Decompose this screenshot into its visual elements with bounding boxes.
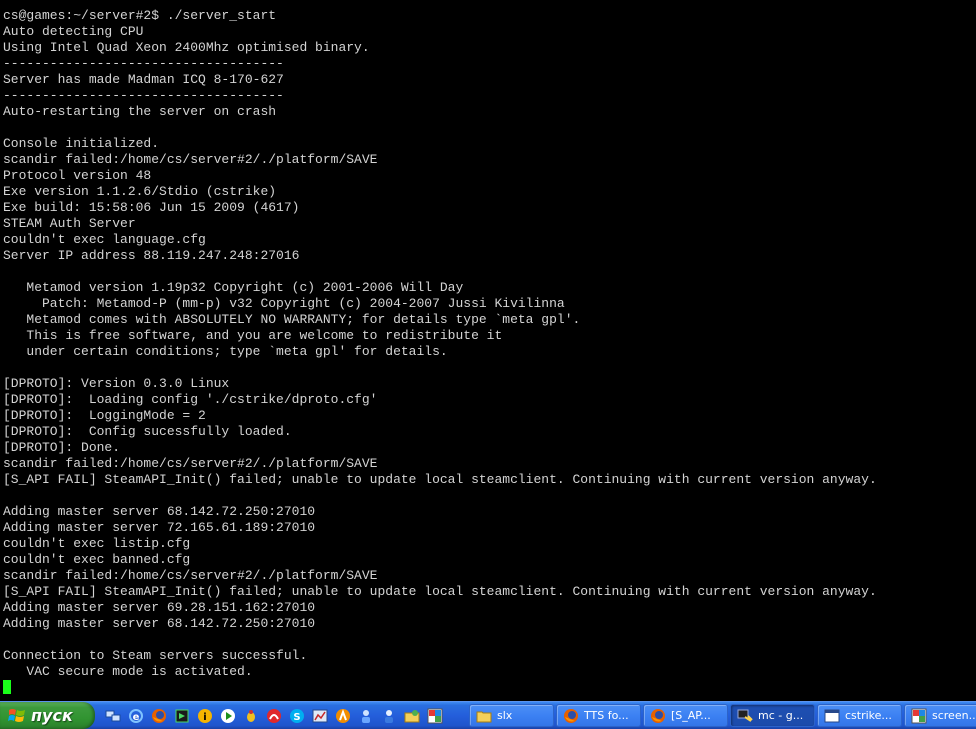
taskbar-buttons: slx TTS fo... [S_AP... mc - g... cstrike... s… xyxy=(469,704,976,728)
terminal-line: Using Intel Quad Xeon 2400Mhz optimised … xyxy=(3,40,370,55)
terminal-line: Server IP address 88.119.247.248:27016 xyxy=(3,248,300,263)
terminal-line: [S_API FAIL] SteamAPI_Init() failed; una… xyxy=(3,584,877,599)
putty-icon xyxy=(737,708,753,724)
terminal-line: Adding master server 68.142.72.250:27010 xyxy=(3,616,316,631)
svg-text:e: e xyxy=(133,712,140,723)
terminal-line: This is free software, and you are welco… xyxy=(3,328,503,343)
taskbar-button-label: mc - g... xyxy=(758,709,804,722)
terminal-line: Patch: Metamod-P (mm-p) v32 Copyright (c… xyxy=(3,296,565,311)
terminal-line: cs@games:~/server#2$ ./server_start xyxy=(3,8,277,23)
terminal-line: Metamod version 1.19p32 Copyright (c) 20… xyxy=(3,280,464,295)
terminal-line: scandir failed:/home/cs/server#2/./platf… xyxy=(3,568,378,583)
terminal-line: Auto detecting CPU xyxy=(3,24,144,39)
terminal-prompt-line xyxy=(3,680,877,696)
terminal-line: couldn't exec banned.cfg xyxy=(3,552,191,567)
terminal-cursor xyxy=(3,680,11,694)
terminal-line: VAC secure mode is activated. xyxy=(3,664,253,679)
terminal-line: Adding master server 72.165.61.189:27010 xyxy=(3,520,316,535)
terminal-window[interactable]: cs@games:~/server#2$ ./server_start Auto … xyxy=(0,0,976,701)
taskbar-button-label: screen... xyxy=(932,709,976,722)
ie-icon[interactable]: e xyxy=(126,706,146,726)
firefox-icon xyxy=(563,708,579,724)
player-icon[interactable] xyxy=(218,706,238,726)
terminal-line: [S_API FAIL] SteamAPI_Init() failed; una… xyxy=(3,472,877,487)
user2-icon[interactable] xyxy=(379,706,399,726)
terminal-line: scandir failed:/home/cs/server#2/./platf… xyxy=(3,152,378,167)
windows-logo-icon xyxy=(8,707,26,725)
network-icon[interactable] xyxy=(103,706,123,726)
antivirus-icon[interactable] xyxy=(264,706,284,726)
info-icon[interactable]: i xyxy=(195,706,215,726)
media-icon[interactable] xyxy=(172,706,192,726)
bug-icon[interactable] xyxy=(241,706,261,726)
terminal-line: [DPROTO]: LoggingMode = 2 xyxy=(3,408,206,423)
terminal-line: Exe build: 15:58:06 Jun 15 2009 (4617) xyxy=(3,200,300,215)
firefox-icon[interactable] xyxy=(149,706,169,726)
terminal-output: cs@games:~/server#2$ ./server_start Auto … xyxy=(3,8,877,696)
chart-icon[interactable] xyxy=(310,706,330,726)
terminal-line: couldn't exec language.cfg xyxy=(3,232,206,247)
taskbar-button-label: [S_AP... xyxy=(671,709,711,722)
svg-text:S: S xyxy=(293,712,300,723)
taskbar-button[interactable]: [S_AP... xyxy=(643,704,728,727)
folder-share-icon[interactable] xyxy=(402,706,422,726)
terminal-line: ------------------------------------ xyxy=(3,56,284,71)
window-icon xyxy=(824,708,840,724)
desktop-screen: cs@games:~/server#2$ ./server_start Auto … xyxy=(0,0,976,729)
paint-icon[interactable] xyxy=(425,706,445,726)
terminal-line: Exe version 1.1.2.6/Stdio (cstrike) xyxy=(3,184,277,199)
terminal-line: Protocol version 48 xyxy=(3,168,152,183)
terminal-line: [DPROTO]: Version 0.3.0 Linux xyxy=(3,376,230,391)
terminal-line: ------------------------------------ xyxy=(3,88,284,103)
taskbar-button[interactable]: cstrike... xyxy=(817,704,902,727)
avast-icon[interactable] xyxy=(333,706,353,726)
start-button[interactable]: пуск xyxy=(0,702,95,729)
taskbar-button[interactable]: screen... xyxy=(904,704,976,727)
terminal-line: STEAM Auth Server xyxy=(3,216,136,231)
folder-icon xyxy=(476,708,492,724)
quicklaunch-bar: eiS xyxy=(103,705,445,727)
taskbar-button-label: slx xyxy=(497,709,513,722)
terminal-line: Connection to Steam servers successful. xyxy=(3,648,308,663)
taskbar-button-label: cstrike... xyxy=(845,709,892,722)
taskbar-button[interactable]: TTS fo... xyxy=(556,704,641,727)
terminal-line: Adding master server 68.142.72.250:27010 xyxy=(3,504,316,519)
svg-text:i: i xyxy=(203,712,206,723)
taskbar-button[interactable]: slx xyxy=(469,704,554,727)
terminal-line: Metamod comes with ABSOLUTELY NO WARRANT… xyxy=(3,312,581,327)
terminal-line: Console initialized. xyxy=(3,136,160,151)
terminal-line: Auto-restarting the server on crash xyxy=(3,104,277,119)
terminal-line: [DPROTO]: Config sucessfully loaded. xyxy=(3,424,292,439)
taskbar-button[interactable]: mc - g... xyxy=(730,704,815,727)
user-icon[interactable] xyxy=(356,706,376,726)
terminal-line: Adding master server 69.28.151.162:27010 xyxy=(3,600,316,615)
terminal-line: [DPROTO]: Loading config './cstrike/dpro… xyxy=(3,392,378,407)
terminal-line: Server has made Madman ICQ 8-170-627 xyxy=(3,72,284,87)
skype-icon[interactable]: S xyxy=(287,706,307,726)
taskbar: пуск e i S slx TTS fo... [S_AP... mc - g... cs… xyxy=(0,701,976,729)
terminal-line: under certain conditions; type `meta gpl… xyxy=(3,344,448,359)
terminal-line: couldn't exec listip.cfg xyxy=(3,536,191,551)
firefox-icon xyxy=(650,708,666,724)
terminal-line: [DPROTO]: Done. xyxy=(3,440,121,455)
start-label: пуск xyxy=(31,706,73,725)
taskbar-button-label: TTS fo... xyxy=(584,709,629,722)
terminal-line: scandir failed:/home/cs/server#2/./platf… xyxy=(3,456,378,471)
paint-icon xyxy=(911,708,927,724)
